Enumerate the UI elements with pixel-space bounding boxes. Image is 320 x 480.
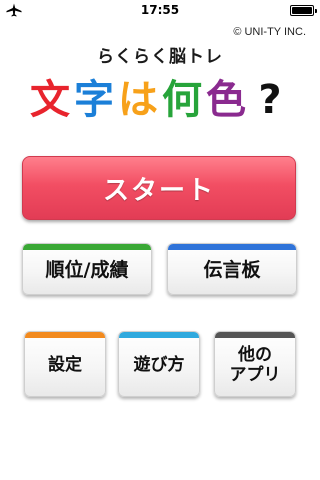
ranking-button[interactable]: 順位/成績 (22, 243, 152, 295)
title-char: 字 (74, 77, 114, 123)
message-board-button[interactable]: 伝言板 (167, 243, 297, 295)
title-char: ? (258, 77, 282, 123)
message-board-stripe (168, 244, 296, 250)
title-char: 文 (30, 77, 70, 123)
other-apps-label: 他の アプリ (230, 342, 281, 385)
other-apps-label-line1: 他の (238, 345, 272, 366)
how-to-play-label: 遊び方 (133, 355, 185, 376)
status-bar: 17:55 (0, 0, 320, 20)
settings-button[interactable]: 設定 (24, 331, 106, 397)
airplane-icon (6, 3, 22, 17)
other-apps-stripe (215, 332, 295, 338)
title-char: 色 (206, 77, 246, 123)
copyright-text: © UNI-TY INC. (233, 26, 306, 38)
status-time: 17:55 (140, 3, 180, 17)
ranking-label: 順位/成績 (45, 259, 129, 282)
settings-stripe (25, 332, 105, 338)
ranking-stripe (23, 244, 151, 250)
app-title: 文字は何色? (0, 74, 320, 126)
app-subtitle: らくらく脳トレ (97, 47, 223, 67)
message-board-label: 伝言板 (203, 259, 261, 282)
how-to-play-button[interactable]: 遊び方 (118, 331, 200, 397)
battery-icon (290, 5, 317, 16)
start-button[interactable]: スタート (22, 156, 296, 220)
settings-label: 設定 (48, 355, 82, 376)
other-apps-button[interactable]: 他の アプリ (214, 331, 296, 397)
how-to-play-stripe (119, 332, 199, 338)
other-apps-label-line2: アプリ (229, 365, 281, 385)
start-button-label: スタート (102, 175, 215, 206)
title-char: は (118, 77, 158, 123)
title-char: 何 (162, 77, 202, 123)
